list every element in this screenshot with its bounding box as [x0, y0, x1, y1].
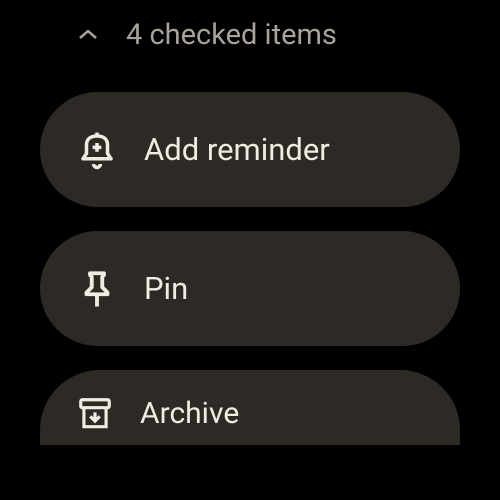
- pin-label: Pin: [144, 270, 188, 307]
- bell-plus-icon: [76, 129, 118, 171]
- actions-list: Add reminder Pin Archive: [0, 52, 500, 445]
- archive-button[interactable]: Archive: [40, 370, 460, 445]
- pin-button[interactable]: Pin: [40, 231, 460, 346]
- checked-items-header[interactable]: 4 checked items: [0, 0, 500, 52]
- chevron-up-icon: [78, 29, 98, 41]
- checked-items-count: 4 checked items: [126, 18, 337, 52]
- archive-label: Archive: [140, 396, 239, 433]
- archive-icon: [76, 395, 114, 433]
- add-reminder-label: Add reminder: [144, 131, 330, 168]
- add-reminder-button[interactable]: Add reminder: [40, 92, 460, 207]
- pin-icon: [76, 268, 118, 310]
